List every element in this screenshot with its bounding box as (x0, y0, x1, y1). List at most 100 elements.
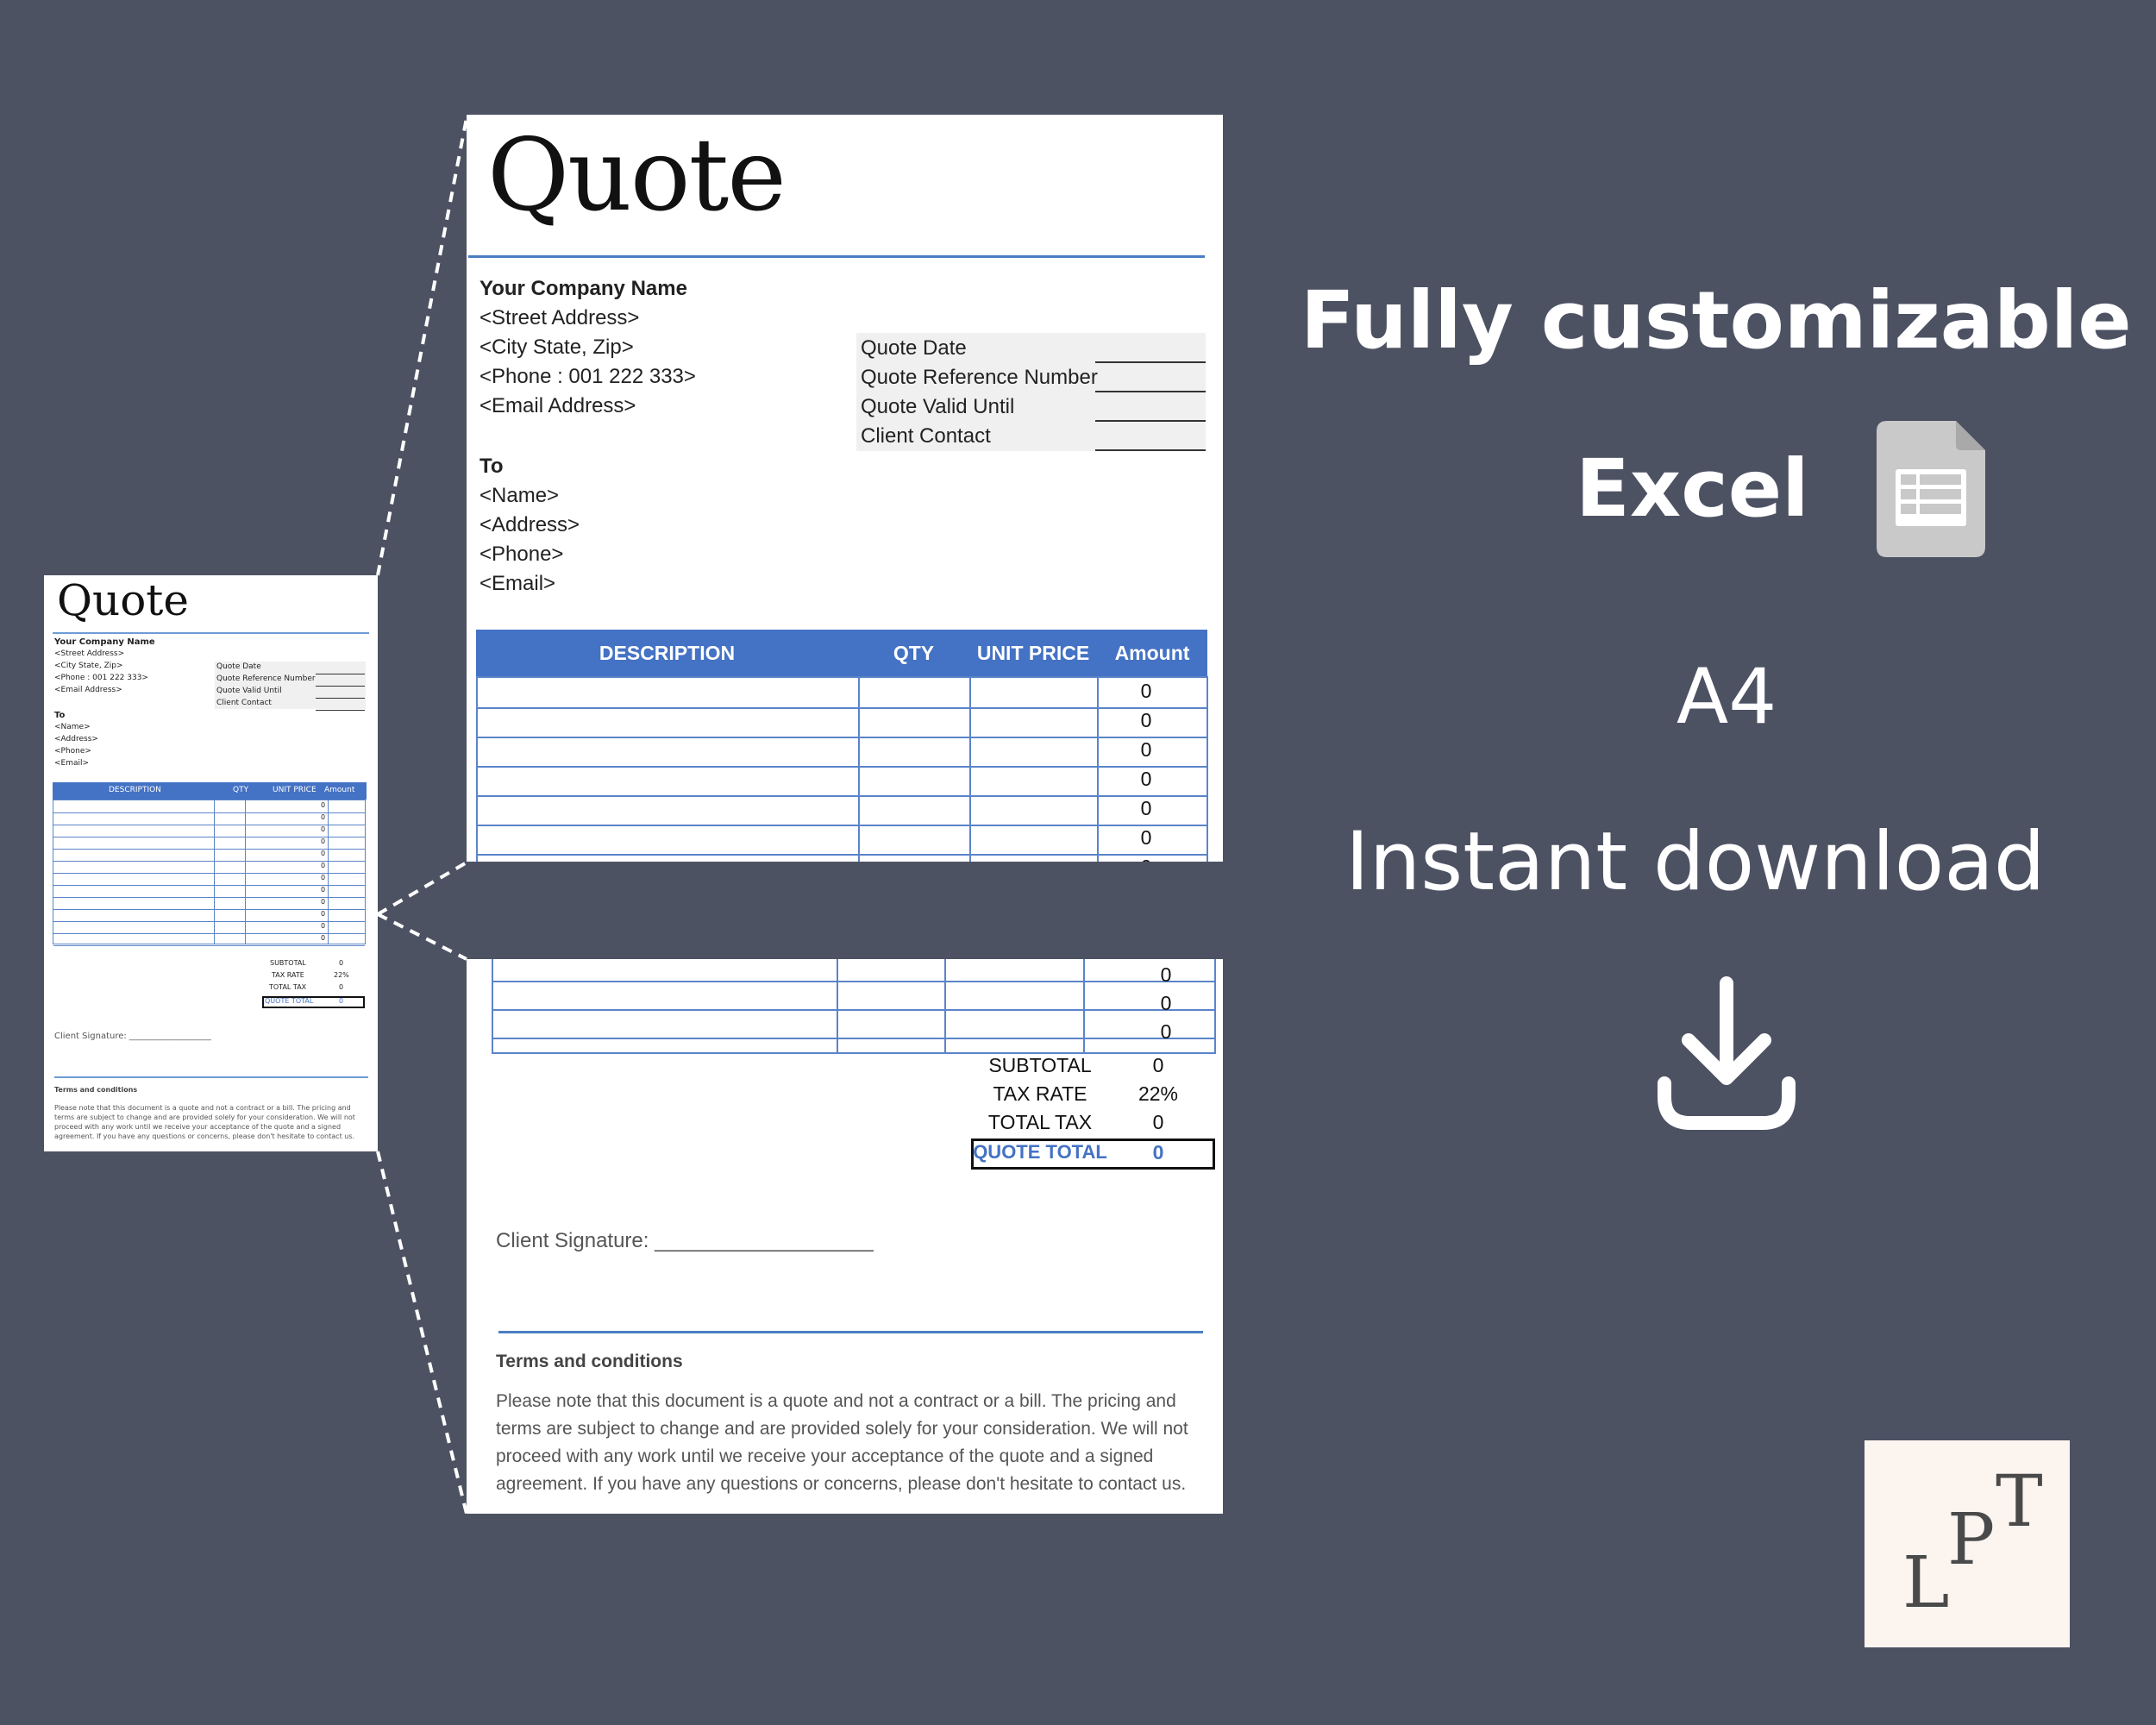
to-email: <Email> (479, 572, 556, 595)
thumb-meta-line (316, 710, 365, 711)
amount-cell: 0 (1160, 992, 1172, 1014)
table-column-line (245, 800, 246, 944)
amount-cell: 0 (321, 837, 326, 845)
items-table-grid: 0 0 0 0 0 0 0 (476, 676, 1208, 862)
amount-cell: 0 (1112, 856, 1181, 862)
thumb-to-label: To (54, 711, 66, 720)
table-row-line (53, 873, 365, 874)
quote-zoom-top: Quote Your Company Name <Street Address>… (467, 115, 1223, 862)
company-name: Your Company Name (479, 277, 687, 300)
thumb-to-name: <Name> (54, 723, 91, 731)
company-phone: <Phone : 001 222 333> (479, 365, 696, 388)
thumb-phone: <Phone : 001 222 333> (54, 674, 148, 682)
amount-cell: 0 (321, 850, 326, 857)
thumb-tax-rate-value: 22% (334, 971, 349, 979)
thumb-to-email: <Email> (54, 759, 90, 768)
subtotal-value: 0 (1152, 1054, 1164, 1076)
terms-title: Terms and conditions (496, 1352, 683, 1371)
thumb-city: <City State, Zip> (54, 662, 123, 670)
amount-cell: 0 (321, 886, 326, 894)
table-row-line (53, 945, 365, 946)
thumb-total-tax-label: TOTAL TAX (269, 983, 307, 991)
terms-rule (498, 1331, 1203, 1333)
amount-cell: 0 (1140, 768, 1152, 790)
thumb-meta-line (316, 698, 365, 699)
meta-quote-valid: Quote Valid Until (861, 395, 1015, 418)
th-qty: QTY (893, 642, 935, 664)
company-email: <Email Address> (479, 394, 636, 417)
thumb-total-tax-value: 0 (339, 983, 344, 991)
quote-title: Quote (487, 117, 787, 234)
to-name: <Name> (479, 484, 560, 507)
amount-cell: 0 (321, 910, 326, 918)
feature-instant-download: Instant download (1345, 815, 2046, 909)
thumb-terms-title: Terms and conditions (54, 1086, 138, 1094)
to-address: <Address> (479, 513, 580, 536)
thumb-quote-total-label: QUOTE TOTAL (265, 997, 314, 1005)
thumb-signature: Client Signature: ___________________ (54, 1032, 211, 1041)
logo-letter-t: T (1996, 1461, 2043, 1543)
table-row-line (53, 921, 365, 922)
quote-thumbnail: Quote Your Company Name <Street Address>… (44, 575, 378, 1151)
thumb-th-unit-price: UNIT PRICE (273, 786, 317, 794)
meta-line (1095, 420, 1206, 422)
thumb-rule (53, 632, 369, 634)
thumb-meta-date: Quote Date (216, 662, 261, 671)
amount-cell: 0 (1140, 738, 1152, 761)
tax-rate-label: TAX RATE (993, 1082, 1087, 1105)
thumb-street: <Street Address> (54, 649, 125, 658)
thumb-th-qty: QTY (233, 786, 249, 794)
table-row-line (53, 933, 365, 934)
table-row-line (53, 909, 365, 910)
meta-line (1095, 449, 1206, 451)
thumb-terms-text: Please note that this document is a quot… (54, 1104, 355, 1140)
table-row-line (53, 812, 365, 813)
amount-cell: 0 (1140, 709, 1152, 731)
table-row-line (493, 1038, 1214, 1039)
table-column-line (858, 678, 860, 862)
thumb-email: <Email Address> (54, 686, 122, 694)
quote-total-label: QUOTE TOTAL (973, 1141, 1107, 1163)
company-city: <City State, Zip> (479, 336, 634, 359)
thumb-subtotal-value: 0 (339, 959, 344, 967)
meta-line (1095, 391, 1206, 392)
thumb-tax-rate-label: TAX RATE (272, 971, 304, 979)
table-row-line (53, 897, 365, 898)
spreadsheet-icon (1877, 421, 1985, 557)
amount-cell: 0 (321, 801, 326, 809)
table-column-line (969, 678, 971, 862)
logo-letter-l: L (1902, 1542, 1950, 1624)
amount-cell: 0 (1140, 680, 1152, 702)
feature-customizable: Fully customizable (1300, 274, 2132, 367)
th-amount: Amount (1114, 642, 1190, 664)
to-label: To (479, 455, 504, 478)
download-icon (1658, 976, 1796, 1130)
meta-line (1095, 361, 1206, 363)
table-row-line (493, 1009, 1214, 1011)
amount-cell: 0 (321, 922, 326, 930)
thumb-to-phone: <Phone> (54, 747, 91, 756)
table-column-line (1097, 678, 1099, 862)
thumb-meta-line (316, 686, 365, 687)
thumb-title: Quote (57, 575, 189, 625)
table-column-line (214, 800, 215, 944)
total-tax-value: 0 (1152, 1111, 1164, 1133)
th-unit-price: UNIT PRICE (976, 642, 1090, 664)
thumb-subtotal-label: SUBTOTAL (270, 959, 306, 967)
client-signature: Client Signature: ___________________ (496, 1229, 874, 1252)
to-phone: <Phone> (479, 543, 564, 566)
table-row-line (53, 849, 365, 850)
amount-cell: 0 (1140, 826, 1152, 849)
meta-quote-ref: Quote Reference Number (861, 366, 1098, 389)
terms-text: Please note that this document is a quot… (496, 1391, 1188, 1494)
meta-client-contact: Client Contact (861, 424, 991, 448)
amount-cell: 0 (1160, 963, 1172, 986)
thumb-th-amount: Amount (324, 786, 355, 794)
quote-total-value: 0 (1152, 1141, 1164, 1164)
table-column-line (1083, 959, 1085, 1052)
thumb-meta-valid: Quote Valid Until (216, 687, 282, 695)
amount-cell: 0 (321, 862, 326, 869)
thumb-company-name: Your Company Name (54, 637, 155, 647)
items-table-header: DESCRIPTION QTY UNIT PRICE Amount (476, 630, 1207, 676)
quote-zoom-bottom: 0 0 0 0 SUBTOTAL 0 TAX RATE 22% TOTAL TAX 0… (467, 959, 1223, 1514)
